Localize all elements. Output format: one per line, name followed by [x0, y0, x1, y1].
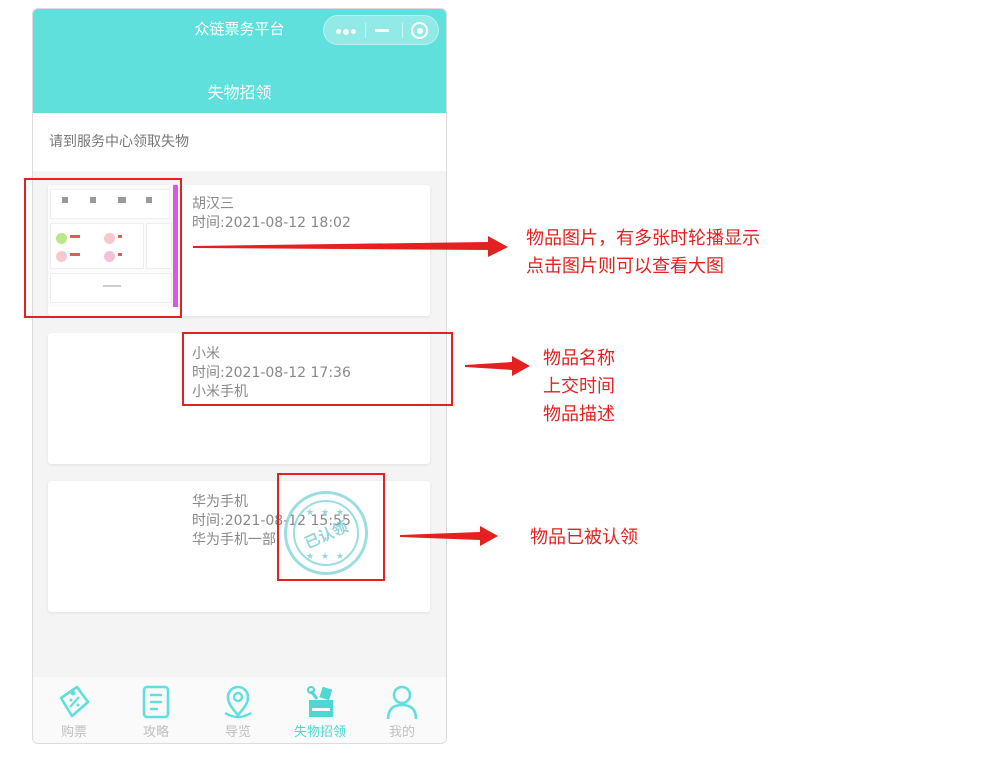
tab-label: 攻略	[142, 725, 169, 740]
tab-label: 导览	[224, 725, 251, 740]
annotation-claimed: 物品已被认领	[530, 527, 638, 548]
close-target-icon[interactable]	[411, 22, 428, 39]
mini-program-capsule	[323, 15, 439, 45]
tab-label: 失物招领	[293, 725, 346, 740]
tab-label: 购票	[60, 725, 87, 740]
capsule-divider	[402, 23, 403, 38]
annotation-box-stamp	[277, 473, 385, 581]
annotation-info-line3: 物品描述	[543, 404, 615, 425]
tab-bar: 购票 攻略 导览 失物招领 我的	[33, 677, 446, 743]
tab-lost-found[interactable]: 失物招领	[279, 677, 361, 743]
notice-bar: 请到服务中心领取失物	[33, 113, 446, 171]
tab-guide[interactable]: 攻略	[115, 677, 197, 743]
navigation-bar: 众链票务平台 失物招领	[33, 9, 446, 113]
document-icon	[142, 685, 170, 719]
item-name: 胡汉三	[192, 196, 234, 212]
capsule-divider	[365, 23, 366, 38]
user-icon	[386, 685, 418, 720]
more-icon[interactable]	[336, 28, 358, 48]
notice-text: 请到服务中心领取失物	[49, 134, 189, 150]
annotation-info-line2: 上交时间	[543, 376, 615, 397]
ticket-icon	[59, 685, 90, 718]
annotation-info-line1: 物品名称	[543, 348, 615, 369]
tab-mine[interactable]: 我的	[361, 677, 443, 743]
tab-map[interactable]: 导览	[197, 677, 279, 743]
annotation-box-image	[24, 178, 182, 318]
tab-label: 我的	[388, 725, 415, 740]
annotation-image-line2: 点击图片则可以查看大图	[526, 256, 724, 277]
minimize-icon[interactable]	[375, 29, 389, 32]
item-info: 胡汉三 时间:2021-08-12 18:02	[192, 195, 351, 233]
lost-found-box-icon	[307, 686, 333, 717]
tab-ticket[interactable]: 购票	[33, 677, 115, 743]
item-time: 时间:2021-08-12 18:02	[192, 215, 351, 231]
annotation-image-line1: 物品图片，有多张时轮播显示	[526, 228, 760, 249]
annotation-box-info	[182, 332, 453, 406]
map-pin-icon	[224, 685, 252, 719]
arrow-right-icon	[465, 356, 530, 376]
page-title: 失物招领	[207, 83, 272, 102]
